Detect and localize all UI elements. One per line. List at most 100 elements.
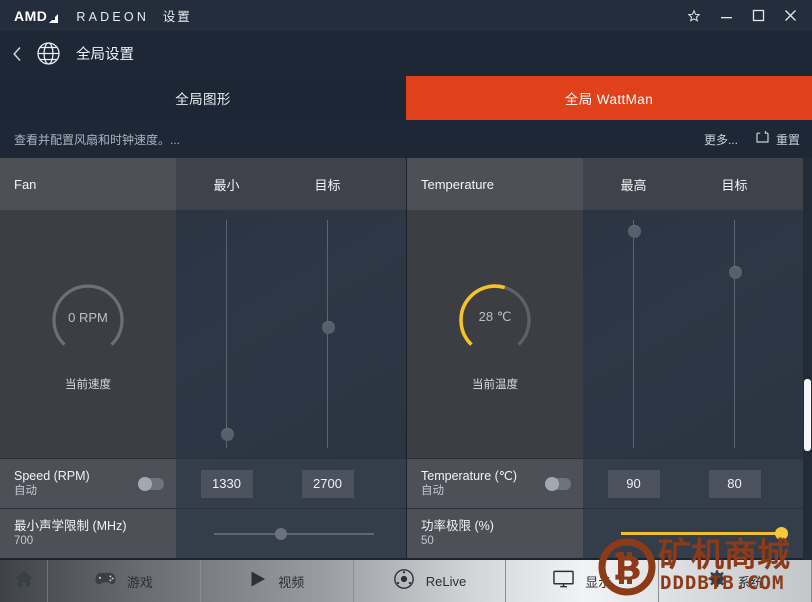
wattman-content: Fan 最小 目标 0 RPM 当前速度 Speed (RPM) 自动 1330… [0, 158, 812, 560]
slider-thumb[interactable] [627, 224, 641, 238]
temperature-row: Temperature (℃) 自动 90 80 [407, 458, 812, 508]
power-limit-slider[interactable] [621, 526, 788, 541]
min-acoustic-value: 700 [14, 535, 34, 547]
maximize-button[interactable] [742, 0, 774, 31]
fan-speed-gauge: 0 RPM [47, 276, 129, 358]
nav-gaming[interactable]: 游戏 [48, 560, 201, 602]
fan-header-columns: 最小 目标 [176, 158, 406, 210]
vertical-scrollbar[interactable] [803, 158, 812, 560]
nav-relive[interactable]: ReLive [354, 560, 507, 602]
amd-arrow-icon [48, 11, 59, 23]
temp-col-max: 最高 [620, 177, 647, 193]
nav-video-label: 视频 [278, 574, 305, 590]
gamepad-icon [95, 571, 116, 591]
fan-gauge-cell: 0 RPM 当前速度 [0, 210, 176, 458]
fan-gauge-row: 0 RPM 当前速度 [0, 210, 406, 458]
temp-max-slider[interactable] [583, 210, 684, 458]
window-controls [678, 0, 812, 31]
description-bar: 查看并配置风扇和时钟速度。... 更多... 重置 [0, 120, 812, 158]
play-icon [249, 570, 267, 593]
slider-track [633, 220, 634, 448]
slider-thumb[interactable] [321, 320, 335, 334]
description-actions: 更多... 重置 [704, 130, 812, 148]
globe-icon [36, 41, 61, 66]
nav-display-label: 显示 [585, 574, 612, 590]
temp-max-input[interactable]: 90 [607, 469, 660, 498]
temp-gauge-cell: 28 ℃ 当前温度 [407, 210, 583, 458]
tab-global-graphics[interactable]: 全局图形 [0, 76, 406, 120]
scrollbar-thumb[interactable] [804, 379, 811, 452]
back-button[interactable] [0, 31, 34, 76]
brand-settings: 设置 [162, 10, 192, 24]
nav-display[interactable]: 显示 [506, 560, 660, 602]
fan-sliders [176, 210, 406, 458]
fan-gauge-value: 0 RPM [68, 309, 108, 325]
min-acoustic-label: 最小声学限制 (MHz) [14, 519, 127, 533]
fan-speed-row: Speed (RPM) 自动 1330 2700 [0, 458, 406, 508]
temp-target-input[interactable]: 80 [708, 469, 761, 498]
nav-gaming-label: 游戏 [126, 574, 153, 590]
app-brand-title: RADEON 设置 [76, 6, 191, 25]
description-text: 查看并配置风扇和时钟速度。... [14, 132, 181, 147]
home-icon [14, 569, 34, 594]
power-limit-label: 功率极限 (%) [421, 519, 494, 533]
fan-col-min: 最小 [213, 177, 240, 193]
temp-target-slider[interactable] [684, 210, 785, 458]
reset-label: 重置 [775, 132, 800, 147]
temperature-auto-toggle[interactable] [545, 477, 571, 491]
gear-icon [707, 569, 727, 594]
power-limit-label-cell: 功率极限 (%) 50 [407, 509, 583, 558]
panel-temperature: Temperature 最高 目标 28 ℃ 当前温度 Temperature … [406, 158, 812, 558]
fan-target-slider[interactable] [277, 210, 378, 458]
minimize-button[interactable] [710, 0, 742, 31]
min-acoustic-limit-row: 最小声学限制 (MHz) 700 [0, 508, 406, 558]
fan-min-slider[interactable] [176, 210, 277, 458]
nav-home[interactable] [0, 560, 48, 602]
monitor-icon [553, 570, 575, 593]
min-acoustic-limit-slider[interactable] [214, 527, 374, 541]
radeon-settings-window: AMD RADEON 设置 全局设置 全局图形 全局 WattMan 查看并配置… [0, 0, 812, 602]
relive-atom-icon [393, 568, 415, 595]
fan-speed-label-cell: Speed (RPM) 自动 [0, 459, 176, 508]
fan-min-cell: 1330 [176, 469, 277, 498]
temperature-gauge: 28 ℃ [454, 276, 536, 358]
temp-gauge-row: 28 ℃ 当前温度 [407, 210, 812, 458]
page-title: 全局设置 [76, 47, 134, 63]
fan-gauge-caption: 当前速度 [65, 379, 111, 391]
temp-header-label: Temperature [407, 158, 583, 210]
nav-system[interactable]: 系统 [659, 560, 812, 602]
power-limit-slider-cell [583, 509, 812, 558]
fan-target-input[interactable]: 2700 [301, 469, 354, 498]
temperature-label-cell: Temperature (℃) 自动 [407, 459, 583, 508]
slider-thumb[interactable] [728, 265, 742, 279]
min-acoustic-label-cell: 最小声学限制 (MHz) 700 [0, 509, 176, 558]
slider-thumb[interactable] [775, 526, 788, 540]
slider-thumb[interactable] [275, 527, 288, 540]
temp-title: Temperature [421, 176, 494, 192]
more-button[interactable]: 更多... [704, 131, 738, 148]
tab-global-wattman[interactable]: 全局 WattMan [406, 76, 812, 120]
nav-relive-label: ReLive [425, 573, 467, 589]
temp-header-columns: 最高 目标 [583, 158, 812, 210]
slider-track [226, 220, 227, 448]
temp-sliders [583, 210, 812, 458]
close-button[interactable] [774, 0, 806, 31]
favorite-button[interactable] [678, 0, 710, 31]
title-bar: AMD RADEON 设置 [0, 0, 812, 31]
nav-system-label: 系统 [737, 574, 764, 590]
fan-min-input[interactable]: 1330 [200, 469, 253, 498]
temp-gauge-value: 28 ℃ [478, 309, 512, 324]
brand-radeon: RADEON [76, 10, 150, 24]
min-acoustic-slider-cell [176, 509, 406, 558]
slider-thumb[interactable] [220, 427, 234, 441]
wattman-panels: Fan 最小 目标 0 RPM 当前速度 Speed (RPM) 自动 1330… [0, 158, 812, 558]
fan-header-label: Fan [0, 158, 176, 210]
fan-speed-auto-toggle[interactable] [138, 477, 164, 491]
temp-gauge-caption: 当前温度 [472, 379, 518, 391]
reset-button[interactable]: 重置 [756, 130, 800, 148]
toggle-knob [138, 477, 152, 491]
fan-col-target: 目标 [314, 177, 341, 193]
temp-header-row: Temperature 最高 目标 [407, 158, 812, 210]
nav-video[interactable]: 视频 [201, 560, 354, 602]
tab-bar: 全局图形 全局 WattMan [0, 76, 812, 120]
